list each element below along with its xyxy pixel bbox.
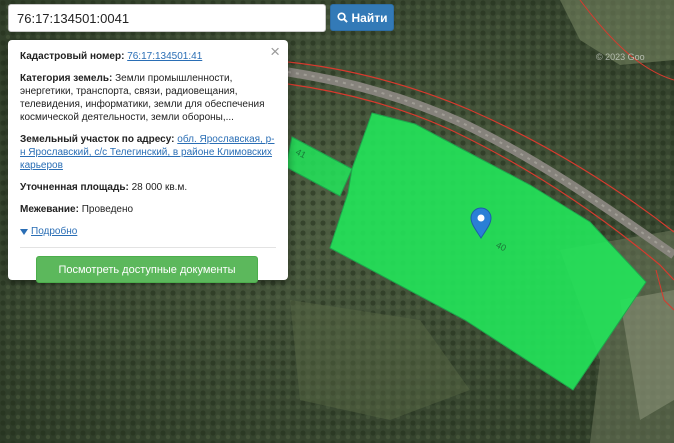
survey-value: Проведено <box>81 204 134 215</box>
close-icon[interactable]: × <box>270 43 280 60</box>
land-category-row: Категория земель: Земли промышленности, … <box>20 72 276 124</box>
search-icon <box>336 12 348 23</box>
survey-row: Межевание: Проведено <box>20 203 276 216</box>
area-row: Уточненная площадь: 28 000 кв.м. <box>20 181 276 194</box>
survey-label: Межевание: <box>20 204 79 215</box>
search-bar <box>8 4 326 32</box>
triangle-down-icon <box>20 228 28 235</box>
area-label: Уточненная площадь: <box>20 182 129 193</box>
search-button[interactable]: Найти <box>330 4 394 31</box>
details-link[interactable]: Подробно <box>31 225 77 238</box>
cadastral-number-row: Кадастровый номер: 76:17:134501:41 <box>20 50 276 63</box>
details-toggle[interactable]: Подробно <box>20 225 276 238</box>
map-copyright: © 2023 Goo <box>596 52 645 62</box>
parcel-info-popup: × Кадастровый номер: 76:17:134501:41 Кат… <box>8 40 288 283</box>
divider <box>20 247 276 248</box>
cadastral-search-input[interactable] <box>9 5 325 31</box>
address-row: Земельный участок по адресу: обл. Яросла… <box>20 133 276 172</box>
address-label: Земельный участок по адресу: <box>20 134 175 145</box>
area-value: 28 000 кв.м. <box>131 182 188 193</box>
cadastral-number-label: Кадастровый номер: <box>20 51 125 62</box>
view-documents-button[interactable]: Посмотреть доступные документы <box>36 256 258 283</box>
land-category-label: Категория земель: <box>20 73 113 84</box>
cadastral-number-link[interactable]: 76:17:134501:41 <box>127 51 202 62</box>
search-button-label: Найти <box>351 10 388 25</box>
